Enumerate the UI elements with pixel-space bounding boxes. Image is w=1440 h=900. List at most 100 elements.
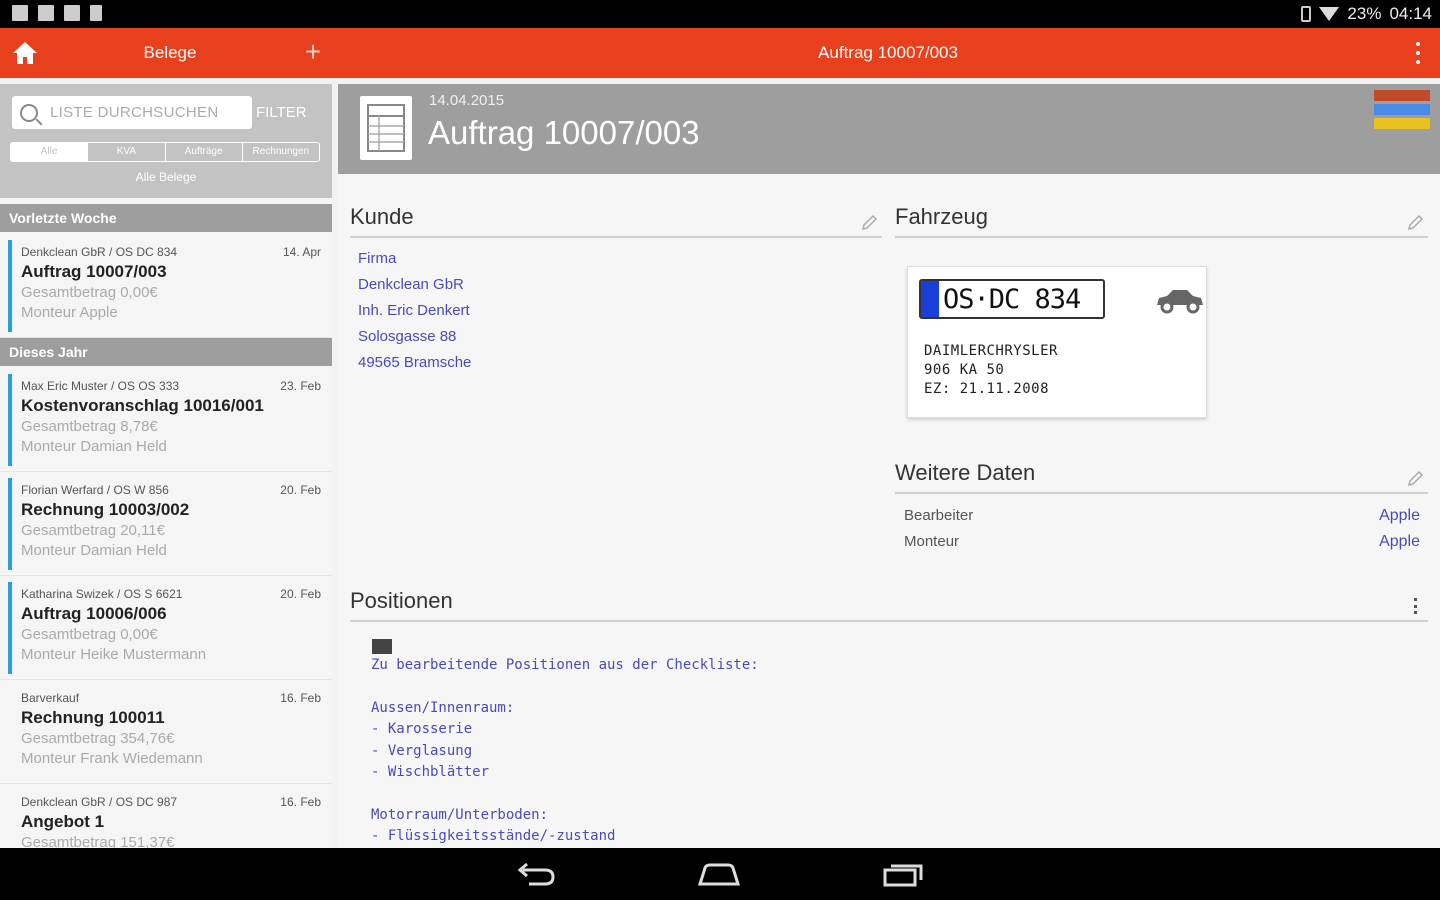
vehicle-first-registration: EZ: 21.11.2008 bbox=[924, 381, 1050, 397]
list-item-total: Gesamtbetrag 20,11€ bbox=[21, 522, 165, 539]
bearbeiter-value: Apple bbox=[1379, 507, 1420, 524]
list-item-date: 16. Feb bbox=[280, 691, 321, 705]
color-flags[interactable] bbox=[1374, 90, 1430, 132]
list-item-title: Rechnung 10003/002 bbox=[21, 500, 190, 519]
document-date: 14.04.2015 bbox=[429, 92, 505, 109]
vehicle-type: 906 KA 50 bbox=[924, 362, 1005, 378]
monteur-value: Apple bbox=[1379, 533, 1420, 550]
edit-weitere-daten-icon[interactable] bbox=[1406, 470, 1424, 488]
kunde-divider bbox=[350, 236, 882, 238]
flag-red bbox=[1374, 90, 1430, 101]
selection-indicator bbox=[8, 478, 12, 570]
kunde-line: Denkclean GbR bbox=[358, 276, 464, 293]
plate-number: OS·DC 834 bbox=[943, 283, 1081, 315]
back-icon[interactable] bbox=[515, 860, 559, 888]
weitere-daten-heading: Weitere Daten bbox=[895, 460, 1036, 485]
list-item[interactable]: Denkclean GbR / OS DC 834 14. Apr Auftra… bbox=[0, 234, 332, 338]
list-item-mechanic: Monteur Damian Held bbox=[21, 438, 167, 455]
hashtag-icon bbox=[38, 5, 54, 21]
search-panel: LISTE DURCHSUCHEN FILTER Alle KVA Aufträ… bbox=[0, 84, 332, 198]
checklist-icon bbox=[372, 639, 392, 654]
search-placeholder: LISTE DURCHSUCHEN bbox=[50, 104, 219, 121]
list-item-title: Rechnung 100011 bbox=[21, 708, 165, 727]
flag-blue bbox=[1374, 104, 1430, 115]
list-item-customer: Barverkauf bbox=[21, 691, 80, 705]
belege-tab[interactable]: Belege bbox=[118, 43, 222, 63]
home-icon[interactable] bbox=[12, 40, 38, 66]
photos-icon bbox=[64, 5, 80, 21]
positionen-menu-icon[interactable] bbox=[1412, 598, 1418, 614]
position-line: Motorraum/Unterboden: bbox=[371, 807, 549, 823]
segment-caption: Alle Belege bbox=[135, 170, 197, 184]
list-item-customer: Denkclean GbR / OS DC 987 bbox=[21, 795, 178, 809]
page-title: Auftrag 10007/003 bbox=[818, 43, 958, 62]
positionen-heading: Positionen bbox=[350, 588, 453, 613]
status-indicators: 23% 04:14 bbox=[1301, 4, 1432, 24]
list-item[interactable]: Barverkauf 16. Feb Rechnung 100011 Gesam… bbox=[0, 680, 332, 784]
add-button[interactable]: + bbox=[300, 38, 326, 66]
edit-fahrzeug-icon[interactable] bbox=[1406, 214, 1424, 232]
segment-rechnungen[interactable]: Rechnungen bbox=[243, 143, 319, 161]
monteur-label: Monteur bbox=[904, 533, 960, 550]
type-segmented-control: Alle KVA Aufträge Rechnungen bbox=[10, 142, 320, 162]
list-item-title: Angebot 1 bbox=[21, 812, 105, 831]
kunde-line: 49565 Bramsche bbox=[358, 354, 472, 371]
vehicle-make: DAIMLERCHRYSLER bbox=[924, 343, 1058, 359]
vehicle-card[interactable]: OS·DC 834 DAIMLERCHRYSLER 906 KA 50 EZ: … bbox=[907, 266, 1207, 418]
list-item-date: 20. Feb bbox=[280, 483, 321, 497]
selection-indicator bbox=[8, 374, 12, 466]
flag-yellow bbox=[1374, 118, 1430, 129]
kunde-heading: Kunde bbox=[350, 204, 414, 229]
list-item-mechanic: Monteur Heike Mustermann bbox=[21, 646, 207, 663]
position-line: - Wischblätter bbox=[371, 764, 490, 780]
weitere-daten-divider bbox=[895, 492, 1428, 494]
segment-auftraege[interactable]: Aufträge bbox=[166, 143, 243, 161]
clipboard-icon bbox=[90, 5, 102, 21]
list-item-customer: Katharina Swizek / OS S 6621 bbox=[21, 587, 183, 601]
status-bar: 23% 04:14 bbox=[0, 0, 1440, 28]
recents-icon[interactable] bbox=[881, 860, 925, 888]
selection-indicator bbox=[8, 240, 12, 332]
list-item[interactable]: Max Eric Muster / OS OS 333 23. Feb Kost… bbox=[0, 368, 332, 472]
document-header: 14.04.2015 Auftrag 10007/003 bbox=[338, 84, 1440, 174]
kunde-line: Inh. Eric Denkert bbox=[358, 302, 470, 319]
screenshot-icon bbox=[12, 5, 28, 21]
section-header-this-year: Dieses Jahr bbox=[0, 338, 332, 366]
list-item[interactable]: Florian Werfard / OS W 856 20. Feb Rechn… bbox=[0, 472, 332, 576]
clock: 04:14 bbox=[1389, 4, 1432, 23]
overflow-menu-icon[interactable] bbox=[1408, 42, 1428, 64]
license-plate: OS·DC 834 bbox=[919, 279, 1105, 319]
selection-indicator bbox=[8, 582, 12, 674]
list-item-mechanic: Monteur Damian Held bbox=[21, 542, 167, 559]
list-item-title: Auftrag 10006/006 bbox=[21, 604, 167, 623]
document-icon bbox=[360, 96, 412, 160]
battery-percent: 23% bbox=[1347, 4, 1382, 23]
positionen-divider bbox=[350, 620, 1428, 622]
list-item-mechanic: Monteur Frank Wiedemann bbox=[21, 750, 203, 767]
list-item-date: 23. Feb bbox=[280, 379, 321, 393]
list-item-title: Auftrag 10007/003 bbox=[21, 262, 167, 281]
list-item-total: Gesamtbetrag 0,00€ bbox=[21, 284, 158, 301]
list-item-date: 16. Feb bbox=[280, 795, 321, 809]
notification-icons bbox=[12, 5, 102, 21]
search-icon bbox=[20, 103, 38, 122]
position-line: Zu bearbeitende Positionen aus der Check… bbox=[371, 657, 759, 673]
list-item[interactable]: Katharina Swizek / OS S 6621 20. Feb Auf… bbox=[0, 576, 332, 680]
list-item-mechanic: Monteur Apple bbox=[21, 304, 118, 321]
segment-alle[interactable]: Alle bbox=[11, 143, 89, 161]
position-line: Aussen/Innenraum: bbox=[371, 700, 515, 716]
segment-kva[interactable]: KVA bbox=[88, 143, 166, 161]
eu-plate-badge bbox=[921, 281, 939, 317]
document-detail-pane: 14.04.2015 Auftrag 10007/003 Kunde Firma… bbox=[338, 84, 1440, 848]
home-nav-icon[interactable] bbox=[697, 860, 741, 888]
list-item[interactable]: Denkclean GbR / OS DC 987 16. Feb Angebo… bbox=[0, 784, 332, 848]
list-item-total: Gesamtbetrag 151,37€ bbox=[21, 834, 175, 848]
filter-button[interactable]: FILTER bbox=[256, 104, 307, 121]
edit-kunde-icon[interactable] bbox=[860, 214, 878, 232]
list-item-total: Gesamtbetrag 354,76€ bbox=[21, 730, 175, 747]
system-nav-bar bbox=[0, 848, 1440, 900]
search-input[interactable]: LISTE DURCHSUCHEN bbox=[12, 96, 252, 129]
fahrzeug-heading: Fahrzeug bbox=[895, 204, 988, 229]
car-icon bbox=[1157, 290, 1203, 314]
action-bar: Belege + Auftrag 10007/003 bbox=[0, 28, 1440, 78]
